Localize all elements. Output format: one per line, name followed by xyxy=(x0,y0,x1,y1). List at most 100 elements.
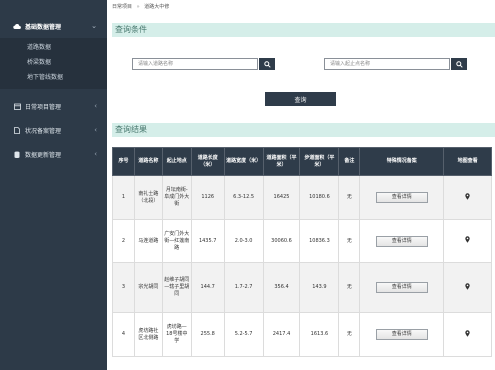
cell-width: 1.7-2.7 xyxy=(223,262,264,313)
cell-range: 虎坊路—18号楼中学 xyxy=(161,312,192,357)
nav-group-status: 状况备案管理 ‹ xyxy=(0,118,107,142)
cell-walk-area: 10836.3 xyxy=(299,219,340,263)
cell-walk-area: 10180.6 xyxy=(299,175,340,220)
cell-special: 查看详情 xyxy=(359,175,445,220)
table-row: 1 南礼士路（北段） 月坛南街-阜成门外大街 1126 6.3-12.5 164… xyxy=(112,175,492,220)
calendar-icon xyxy=(13,102,21,110)
sidebar-item-pipeline-data[interactable]: 地下管线数据 xyxy=(0,70,107,85)
road-name-input[interactable]: 请输入道路名称 xyxy=(132,58,258,70)
col-no: 序号 xyxy=(112,147,135,176)
nav-basic-data[interactable]: 基础数据管理 ⌄ xyxy=(0,14,107,38)
map-pin-icon[interactable] xyxy=(465,282,470,293)
cell-special: 查看详情 xyxy=(359,312,445,357)
cell-length: 1126 xyxy=(190,175,225,220)
range-search-button[interactable] xyxy=(451,58,467,70)
breadcrumb-separator: » xyxy=(136,4,140,10)
chevron-left-icon: ‹ xyxy=(94,126,97,134)
col-note: 备注 xyxy=(338,147,361,176)
cell-map xyxy=(443,175,492,220)
cell-width: 5.2-5.7 xyxy=(223,312,264,357)
cell-road-area: 16425 xyxy=(262,175,301,220)
query-section-title: 查询条件 xyxy=(112,23,495,37)
view-detail-button[interactable]: 查看详情 xyxy=(375,235,428,247)
cell-range: 广安门外大街—红莲南路 xyxy=(161,219,192,263)
cell-road-area: 356.4 xyxy=(262,262,301,313)
view-detail-button[interactable]: 查看详情 xyxy=(375,329,428,340)
cell-road-name: 南礼士路（北段） xyxy=(133,175,163,220)
cell-road-area: 2417.4 xyxy=(262,312,301,357)
map-pin-icon[interactable] xyxy=(465,329,470,340)
cell-special: 查看详情 xyxy=(359,219,445,263)
cell-width: 6.3-12.5 xyxy=(223,175,264,220)
cell-road-area: 30060.6 xyxy=(262,219,301,263)
nav-basic-data-submenu: 道路数据 桥梁数据 地下管线数据 xyxy=(0,38,107,89)
sidebar: 基础数据管理 ⌄ 道路数据 桥梁数据 地下管线数据 日常项目管理 ‹ 状况备案管… xyxy=(0,0,107,370)
breadcrumb-current: 道路大中修 xyxy=(144,4,170,10)
col-length: 道路长度（米） xyxy=(190,147,225,176)
col-special: 特殊情况备案 xyxy=(359,147,445,176)
cell-length: 1435.7 xyxy=(190,219,225,263)
nav-status-records[interactable]: 状况备案管理 ‹ xyxy=(0,118,107,142)
nav-daily-projects-label: 日常项目管理 xyxy=(25,103,62,111)
cloud-icon xyxy=(13,22,21,30)
nav-data-update-label: 数据更新管理 xyxy=(25,151,62,159)
cell-range: 月坛南街-阜成门外大街 xyxy=(161,175,192,220)
results-table: 序号 道路名称 起止地点 道路长度（米） 道路宽度（米） 道路面积（平米） 步道… xyxy=(112,147,492,357)
query-button[interactable]: 查询 xyxy=(265,92,336,106)
cell-range: 赵维子胡同—辖子里胡同 xyxy=(161,262,192,313)
sidebar-item-road-data[interactable]: 道路数据 xyxy=(0,40,107,55)
table-row: 3 宗光胡同 赵维子胡同—辖子里胡同 144.7 1.7-2.7 356.4 1… xyxy=(112,262,492,313)
table-row: 2 马连道路 广安门外大街—红莲南路 1435.7 2.0-3.0 30060.… xyxy=(112,219,492,263)
search-icon xyxy=(455,60,463,68)
cell-special: 查看详情 xyxy=(359,262,445,313)
nav-status-records-label: 状况备案管理 xyxy=(25,127,62,135)
table-header-row: 序号 道路名称 起止地点 道路长度（米） 道路宽度（米） 道路面积（平米） 步道… xyxy=(112,147,492,176)
cell-map xyxy=(443,219,492,263)
map-pin-icon[interactable] xyxy=(465,236,470,246)
map-pin-icon[interactable] xyxy=(465,192,470,203)
cell-walk-area: 1613.6 xyxy=(299,312,340,357)
cell-length: 144.7 xyxy=(190,262,225,313)
cell-note: 无 xyxy=(338,175,361,220)
cell-map xyxy=(443,312,492,357)
cell-note: 无 xyxy=(338,262,361,313)
results-section-title: 查询结果 xyxy=(112,123,495,137)
cell-road-name: 虎坊路社区北侧路 xyxy=(133,312,163,357)
view-detail-button[interactable]: 查看详情 xyxy=(375,192,428,203)
col-range: 起止地点 xyxy=(161,147,192,176)
range-name-input[interactable]: 请输入起止点名称 xyxy=(324,58,450,70)
col-road-area: 道路面积（平米） xyxy=(262,147,301,176)
table-row: 4 虎坊路社区北侧路 虎坊路—18号楼中学 255.8 5.2-5.7 2417… xyxy=(112,312,492,357)
cell-length: 255.8 xyxy=(190,312,225,357)
cell-map xyxy=(443,262,492,313)
cell-no: 3 xyxy=(112,262,135,313)
col-width: 道路宽度（米） xyxy=(223,147,264,176)
cell-no: 1 xyxy=(112,175,135,220)
cell-no: 4 xyxy=(112,312,135,357)
nav-group-basic-data: 基础数据管理 ⌄ 道路数据 桥梁数据 地下管线数据 xyxy=(0,14,107,89)
cell-width: 2.0-3.0 xyxy=(223,219,264,263)
nav-group-daily: 日常项目管理 ‹ xyxy=(0,94,107,118)
col-road-name: 道路名称 xyxy=(133,147,163,176)
file-icon xyxy=(13,126,21,134)
chevron-left-icon: ‹ xyxy=(94,150,97,158)
cell-note: 无 xyxy=(338,219,361,263)
view-detail-button[interactable]: 查看详情 xyxy=(375,282,428,293)
database-icon xyxy=(13,150,21,158)
chevron-left-icon: ‹ xyxy=(94,102,97,110)
breadcrumb-home[interactable]: 日常项目 xyxy=(112,4,132,10)
cell-road-name: 马连道路 xyxy=(133,219,163,263)
road-search-button[interactable] xyxy=(259,58,275,70)
col-walk-area: 步道面积（平米） xyxy=(299,147,340,176)
nav-daily-projects[interactable]: 日常项目管理 ‹ xyxy=(0,94,107,118)
nav-group-update: 数据更新管理 ‹ xyxy=(0,142,107,166)
nav-data-update[interactable]: 数据更新管理 ‹ xyxy=(0,142,107,166)
col-map: 地图查看 xyxy=(443,147,492,176)
breadcrumb: 日常项目 » 道路大中修 xyxy=(112,3,169,10)
main-content: 日常项目 » 道路大中修 查询条件 请输入道路名称 请输入起止点名称 查询 查询… xyxy=(107,0,495,370)
chevron-down-icon: ⌄ xyxy=(91,22,97,30)
search-icon xyxy=(263,60,271,68)
cell-road-name: 宗光胡同 xyxy=(133,262,163,313)
sidebar-item-bridge-data[interactable]: 桥梁数据 xyxy=(0,55,107,70)
cell-note: 无 xyxy=(338,312,361,357)
